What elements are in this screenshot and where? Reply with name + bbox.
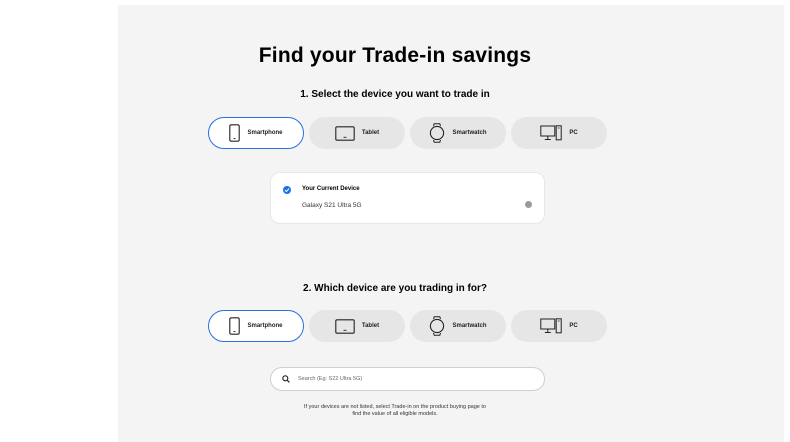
current-device-value: Galaxy S21 Ultra 5G: [302, 202, 362, 209]
current-device-card[interactable]: Your Current Device Galaxy S21 Ultra 5G: [270, 172, 545, 224]
step2-device-chips: Smartphone Tablet Smartwatch PC: [208, 310, 608, 342]
step1-device-chips: Smartphone Tablet Smartwatch PC: [208, 117, 608, 149]
tablet-icon: [335, 318, 355, 334]
pc-icon: [540, 318, 563, 334]
chip-label: PC: [569, 323, 578, 329]
help-note-line1: If your devices are not listed, select T…: [304, 404, 486, 410]
chip-label: Smartwatch: [452, 130, 487, 136]
smartwatch-icon: [429, 123, 445, 143]
pc-icon: [540, 125, 563, 141]
chip-label: Tablet: [361, 130, 380, 136]
step2-chip-tablet[interactable]: Tablet: [309, 310, 405, 342]
clear-icon[interactable]: [525, 201, 532, 208]
smartphone-icon: [229, 317, 241, 335]
chip-label: Smartphone: [247, 130, 283, 136]
check-circle-icon: [283, 186, 291, 194]
help-note-line2: find the value of all eligible models.: [352, 411, 438, 417]
chip-label: PC: [569, 130, 578, 136]
step2-chip-smartwatch[interactable]: Smartwatch: [410, 310, 506, 342]
tablet-icon: [335, 125, 355, 141]
chip-label: Smartwatch: [452, 323, 487, 329]
step1-heading: 1. Select the device you want to trade i…: [300, 89, 490, 100]
step2-chip-smartphone[interactable]: Smartphone: [208, 310, 304, 342]
smartphone-icon: [229, 124, 241, 142]
chip-label: Smartphone: [247, 323, 283, 329]
step2-heading: 2. Which device are you trading in for?: [303, 283, 487, 294]
step1-chip-pc[interactable]: PC: [511, 117, 607, 149]
current-device-label: Your Current Device: [302, 186, 360, 192]
step1-chip-tablet[interactable]: Tablet: [309, 117, 405, 149]
step1-chip-smartphone[interactable]: Smartphone: [208, 117, 304, 149]
step2-chip-pc[interactable]: PC: [511, 310, 607, 342]
search-input[interactable]: [298, 376, 498, 382]
search-icon: [282, 370, 290, 388]
step1-chip-smartwatch[interactable]: Smartwatch: [410, 117, 506, 149]
chip-label: Tablet: [361, 323, 380, 329]
help-note: If your devices are not listed, select T…: [0, 404, 790, 418]
smartwatch-icon: [429, 316, 445, 336]
search-box[interactable]: [270, 367, 545, 391]
page-title: Find your Trade-in savings: [258, 44, 532, 67]
